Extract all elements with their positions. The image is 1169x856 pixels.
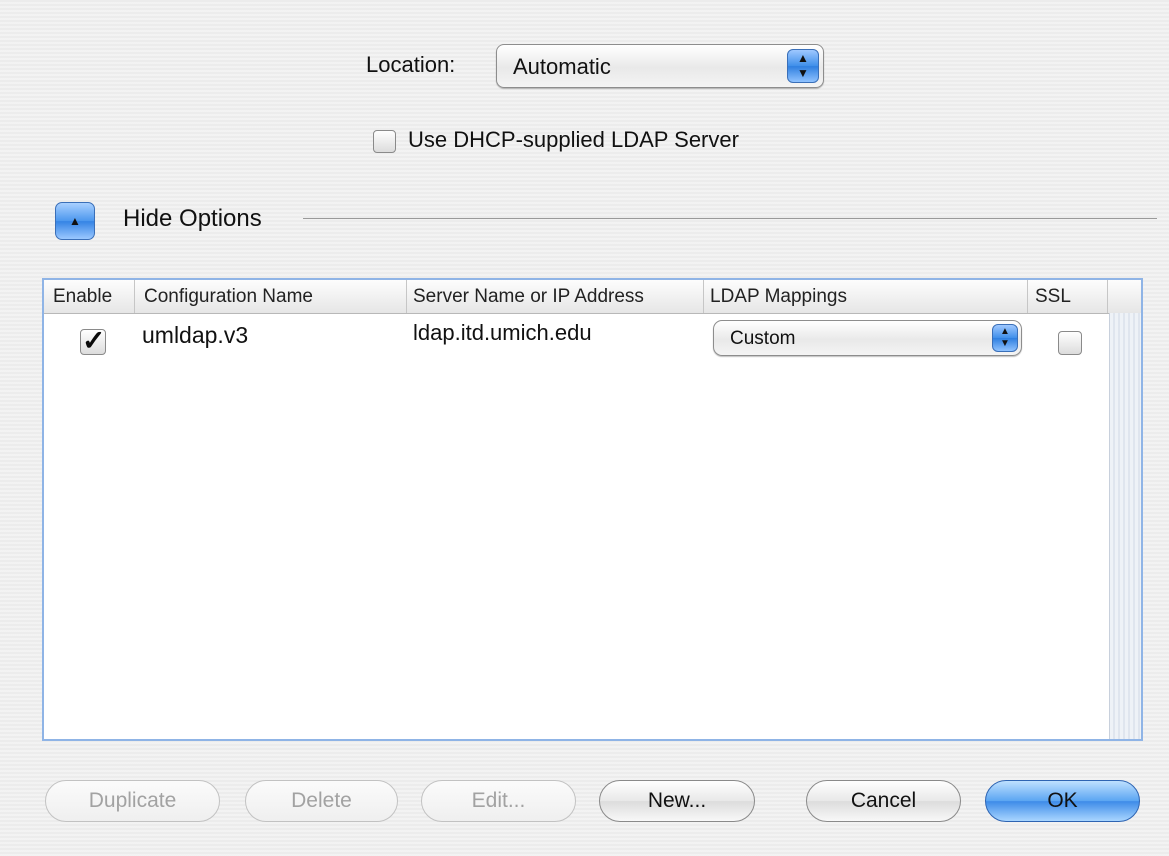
cancel-button[interactable]: Cancel xyxy=(806,780,961,822)
dhcp-ldap-label: Use DHCP-supplied LDAP Server xyxy=(408,127,739,152)
dhcp-ldap-checkbox[interactable] xyxy=(373,130,396,153)
column-header-ssl[interactable]: SSL xyxy=(1028,280,1108,313)
row-configuration-name: umldap.v3 xyxy=(142,322,249,348)
column-header-configuration-name[interactable]: Configuration Name xyxy=(135,280,407,313)
hide-options-label: Hide Options xyxy=(123,205,262,232)
location-label: Location: xyxy=(366,52,456,77)
edit-button[interactable]: Edit... xyxy=(421,780,576,822)
duplicate-button[interactable]: Duplicate xyxy=(45,780,220,822)
delete-button[interactable]: Delete xyxy=(245,780,398,822)
options-divider xyxy=(303,218,1157,219)
table-header: Enable Configuration Name Server Name or… xyxy=(44,280,1141,314)
triangle-up-icon: ▲ xyxy=(69,214,81,228)
column-header-ldap-mappings[interactable]: LDAP Mappings xyxy=(704,280,1028,313)
column-header-enable[interactable]: Enable xyxy=(44,280,135,313)
row-enable-checkbox[interactable]: ✓ xyxy=(80,325,106,356)
ok-button[interactable]: OK xyxy=(985,780,1140,822)
up-down-arrows-icon: ▲ ▼ xyxy=(992,324,1018,352)
checkmark-icon: ✓ xyxy=(82,325,106,356)
ldap-configurations-table: Enable Configuration Name Server Name or… xyxy=(42,278,1143,741)
new-button[interactable]: New... xyxy=(599,780,755,822)
row-ldap-mapping-popup[interactable]: Custom ▲ ▼ xyxy=(713,320,1022,356)
hide-options-button[interactable]: ▲ xyxy=(55,202,95,240)
row-ssl-checkbox[interactable] xyxy=(1058,331,1082,355)
row-ldap-mapping-value: Custom xyxy=(730,328,796,349)
location-value: Automatic xyxy=(513,54,611,79)
up-down-arrows-icon: ▲ ▼ xyxy=(787,49,819,83)
column-header-filler xyxy=(1108,280,1141,313)
location-popup[interactable]: Automatic ▲ ▼ xyxy=(496,44,824,88)
column-header-server[interactable]: Server Name or IP Address xyxy=(407,280,704,313)
table-scrollbar[interactable] xyxy=(1109,313,1141,739)
row-server-name: ldap.itd.umich.edu xyxy=(413,320,592,345)
